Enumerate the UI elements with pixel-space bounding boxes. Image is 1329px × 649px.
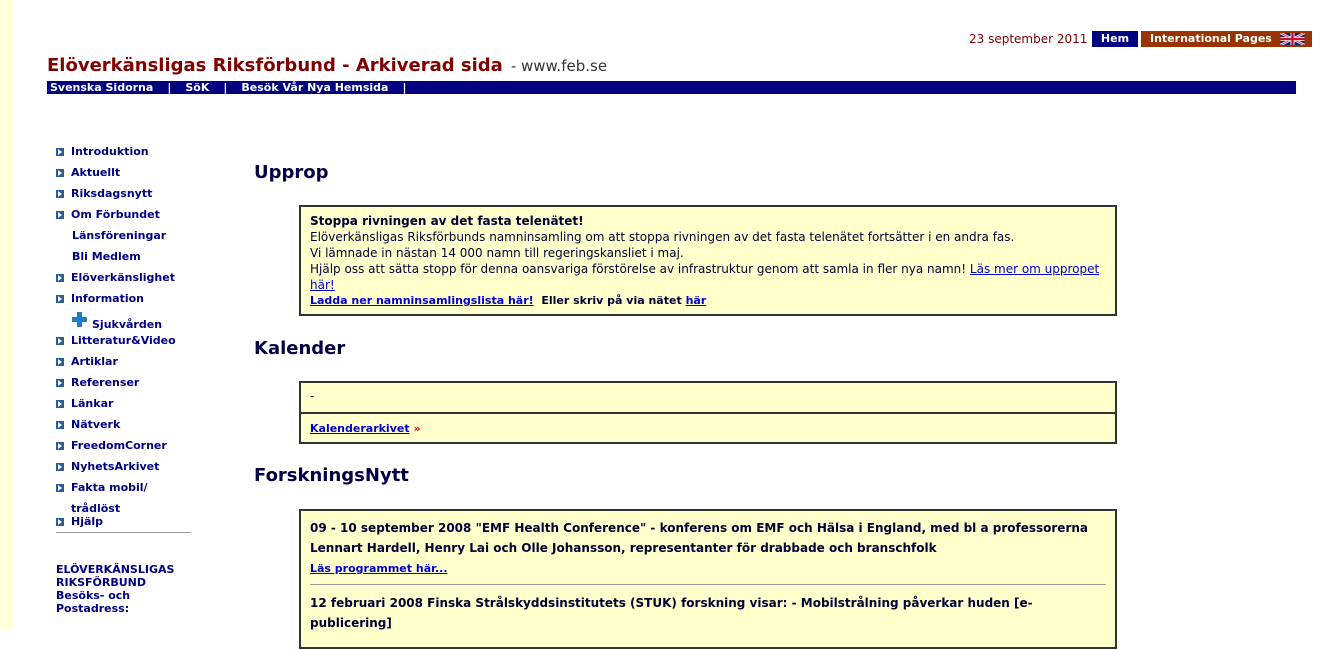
- sidebar-item-label: Länkar: [71, 397, 114, 410]
- arrow-bullet-icon: [56, 190, 64, 198]
- double-arrow-icon: »: [413, 422, 421, 435]
- sidebar-item-litteratur-video[interactable]: Litteratur&Video: [56, 333, 196, 354]
- arrow-bullet-icon: [56, 484, 64, 492]
- uprop-line1: Elöverkänsligas Riksförbunds namninsamli…: [310, 230, 1015, 244]
- sidebar-item-label: Information: [71, 292, 144, 305]
- arrow-bullet-icon: [56, 295, 64, 303]
- kalender-heading: Kalender: [254, 338, 346, 359]
- arrow-bullet-icon: [56, 274, 64, 282]
- sidebar-item-natverk[interactable]: Nätverk: [56, 417, 196, 438]
- top-navigation-bar: Svenska Sidorna | SöK | Besök Vår Nya Hemsid…: [47, 81, 1296, 94]
- news-item-text: 12 februari 2008 Finska Strålskyddsinsti…: [310, 596, 1033, 630]
- sidebar-item-aktuellt[interactable]: Aktuellt: [56, 165, 196, 186]
- sidebar-item-label: Artiklar: [71, 355, 118, 368]
- uk-flag-icon: [1279, 33, 1306, 45]
- international-pages-button[interactable]: International Pages: [1141, 31, 1312, 47]
- news-item-text: 09 - 10 september 2008 "EMF Health Confe…: [310, 521, 1089, 555]
- arrow-bullet-icon: [56, 463, 64, 471]
- arrow-bullet-icon: [56, 148, 64, 156]
- sidebar-item-label: Bli Medlem: [72, 250, 141, 263]
- site-title-text: Elöverkänsligas Riksförbund - Arkiverad …: [47, 55, 503, 76]
- uprop-line2: Vi lämnade in nästan 14 000 namn till re…: [310, 246, 684, 260]
- current-date: 23 september 2011: [969, 32, 1088, 46]
- arrow-bullet-icon: [56, 518, 64, 526]
- site-title: Elöverkänsligas Riksförbund - Arkiverad …: [47, 55, 607, 76]
- read-program-link[interactable]: Läs programmet här...: [310, 562, 448, 575]
- kalender-archive-link[interactable]: Kalenderarkivet: [310, 422, 410, 435]
- sidebar-item-label: Nätverk: [71, 418, 121, 431]
- sidebar-item-freedomcorner[interactable]: FreedomCorner: [56, 438, 196, 459]
- topnav-separator: |: [223, 81, 228, 94]
- sidebar-item-label: Litteratur&Video: [71, 334, 176, 347]
- sidebar-item-fakta-mobil[interactable]: Fakta mobil/ trådlöst: [56, 477, 171, 515]
- sidebar-item-riksdagsnytt[interactable]: Riksdagsnytt: [56, 186, 196, 207]
- arrow-bullet-icon: [56, 211, 64, 219]
- sidebar-item-label: NyhetsArkivet: [71, 460, 160, 473]
- sidebar-item-lansforeningar[interactable]: Länsföreningar: [56, 228, 196, 249]
- sidebar-item-label: Referenser: [71, 376, 140, 389]
- site-url: - www.feb.se: [510, 57, 608, 75]
- sidebar-item-introduktion[interactable]: Introduktion: [56, 144, 196, 165]
- or-sign-online-text: Eller skriv på via nätet: [541, 294, 682, 307]
- medical-cross-icon: [72, 312, 87, 327]
- arrow-bullet-icon: [56, 421, 64, 429]
- news-divider: [310, 584, 1106, 585]
- arrow-bullet-icon: [56, 442, 64, 450]
- kalender-archive-box: Kalenderarkivet »: [299, 412, 1117, 444]
- sidebar-divider: [56, 532, 191, 533]
- sidebar-item-label: Introduktion: [71, 145, 149, 158]
- sidebar-address: ELÖVERKÄNSLIGAS RIKSFÖRBUND Besöks- och …: [56, 563, 196, 615]
- sidebar-item-om-forbundet[interactable]: Om Förbundet: [56, 207, 196, 228]
- address-line: Besöks- och Postadress:: [56, 589, 131, 615]
- uprop-line3-text: Hjälp oss att sätta stopp för denna oans…: [310, 262, 967, 276]
- sidebar-item-bli-medlem[interactable]: Bli Medlem: [56, 249, 196, 270]
- topnav-new-homepage[interactable]: Besök Vår Nya Hemsida: [241, 81, 388, 94]
- uprop-box: Stoppa rivningen av det fasta telenätet!…: [299, 205, 1117, 316]
- sidebar-item-label: Om Förbundet: [71, 208, 160, 221]
- arrow-bullet-icon: [56, 169, 64, 177]
- sidebar-item-hjalp[interactable]: Hjälp: [56, 514, 196, 530]
- sidebar-item-label: Aktuellt: [71, 166, 121, 179]
- topnav-separator: |: [402, 81, 407, 94]
- sidebar-item-artiklar[interactable]: Artiklar: [56, 354, 196, 375]
- uprop-line3: Hjälp oss att sätta stopp för denna oans…: [310, 261, 1106, 293]
- arrow-bullet-icon: [56, 379, 64, 387]
- arrow-bullet-icon: [56, 337, 64, 345]
- topnav-svenska-sidorna[interactable]: Svenska Sidorna: [50, 81, 153, 94]
- home-button[interactable]: Hem: [1092, 31, 1138, 47]
- sidebar-item-label: Sjukvården: [92, 318, 163, 331]
- sidebar-item-sjukvarden[interactable]: Sjukvården: [56, 312, 196, 333]
- sidebar-item-label: Fakta mobil/ trådlöst: [71, 481, 148, 515]
- international-pages-label: International Pages: [1150, 32, 1272, 45]
- sidebar-item-eloverkanslighet[interactable]: Elöverkänslighet: [56, 270, 196, 291]
- sidebar-item-information[interactable]: Information: [56, 291, 196, 312]
- sidebar-item-label: FreedomCorner: [71, 439, 167, 452]
- arrow-bullet-icon: [56, 358, 64, 366]
- sidebar-item-lankar[interactable]: Länkar: [56, 396, 196, 417]
- download-list-link[interactable]: Ladda ner namninsamlingslista här!: [310, 294, 534, 307]
- sidebar-nav: Introduktion Aktuellt Riksdagsnytt Om Fö…: [56, 144, 196, 615]
- uprop-heading: Upprop: [254, 162, 329, 183]
- sign-online-link[interactable]: här: [686, 294, 707, 307]
- sidebar-item-label: Hjälp: [71, 515, 104, 528]
- kalender-entry-box: -: [299, 381, 1117, 414]
- arrow-bullet-icon: [56, 400, 64, 408]
- topnav-sok[interactable]: SöK: [185, 81, 209, 94]
- uprop-title: Stoppa rivningen av det fasta telenätet!: [310, 214, 584, 228]
- kalender-entry: -: [310, 389, 315, 403]
- sidebar-item-referenser[interactable]: Referenser: [56, 375, 196, 396]
- left-border-strip: [0, 0, 14, 630]
- sidebar-item-label: Riksdagsnytt: [71, 187, 153, 200]
- topnav-separator: |: [167, 81, 172, 94]
- sidebar-item-label: Länsföreningar: [72, 229, 167, 242]
- forskning-box: 09 - 10 september 2008 "EMF Health Confe…: [299, 509, 1117, 649]
- address-org-name: ELÖVERKÄNSLIGAS RIKSFÖRBUND: [56, 563, 175, 589]
- forskning-heading: ForskningsNytt: [254, 465, 409, 486]
- uprop-download-row: Ladda ner namninsamlingslista här! Eller…: [310, 293, 1106, 309]
- sidebar-item-label: Elöverkänslighet: [71, 271, 175, 284]
